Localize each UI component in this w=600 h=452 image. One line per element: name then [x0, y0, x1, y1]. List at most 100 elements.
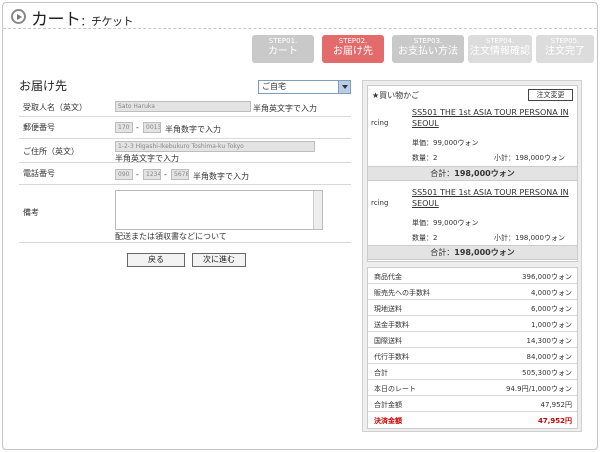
cart-item: rcing SS501 THE 1st ASIA TOUR PERSONA IN… [368, 104, 577, 166]
total-label: 合計： [430, 248, 455, 257]
dash-text: - [164, 170, 167, 179]
summary-key: 決済金額 [374, 417, 402, 425]
summary-table: 商品代金 396,000ウォン 販売先への手数料 4,000ウォン 現地送料 6,00… [367, 267, 578, 429]
summary-value: 396,000ウォン [522, 273, 572, 281]
phone-input-2[interactable]: 1234 [143, 169, 161, 180]
item-qty: 数量：2 [412, 154, 438, 162]
item-subtotal: 小計：198,000ウォン [494, 154, 565, 162]
next-button[interactable]: 次に進む [192, 253, 246, 267]
recipient-label: 受取人名（英文） [23, 103, 87, 112]
summary-row-payment: 決済金額 47,952円 [368, 412, 577, 428]
summary-key: 代行手数料 [374, 353, 409, 361]
total-value: 198,000ウォン [454, 248, 515, 257]
item-image: rcing [371, 199, 389, 207]
summary-key: 現地送料 [374, 305, 402, 313]
item-image: rcing [371, 119, 389, 127]
step-number: STEP01. [268, 37, 298, 45]
summary-value: 1,000ウォン [530, 321, 572, 329]
notes-label: 備考 [23, 208, 39, 217]
summary-value: 4,000ウォン [530, 289, 572, 297]
postal-hint: 半角数字で入力 [165, 125, 221, 134]
summary-value: 505,300ウォン [522, 369, 572, 377]
step-delivery: STEP02. お届け先 [322, 35, 384, 63]
address-label: ご住所（英文） [23, 147, 79, 156]
step-label: お届け先 [333, 45, 373, 57]
step-number: STEP05. [550, 37, 580, 45]
phone-row: 電話番号 090 - 1234 - 5678 半角数字で入力 [19, 163, 351, 185]
page-title: カート：チケット [31, 5, 133, 30]
summary-value: 84,000ウォン [526, 353, 573, 361]
step-complete: STEP05. 注文完了 [536, 35, 594, 63]
cart-box: ★買い物かご 注文変更 rcing SS501 THE 1st ASIA TOU… [367, 85, 578, 262]
notes-hint: 配送または領収書などについて [115, 232, 227, 241]
item-price: 単価：99,000ウォン [412, 219, 479, 227]
address-select-value: ご自宅 [262, 82, 286, 91]
back-button[interactable]: 戻る [127, 253, 185, 267]
postal-input-1[interactable]: 170 [115, 122, 133, 133]
summary-row: 本日のレート 94.9円/1,000ウォン [368, 380, 577, 396]
step-label: 注文完了 [545, 45, 585, 57]
recipient-input[interactable]: Sato Haruka [115, 101, 251, 112]
summary-key: 送金手数料 [374, 321, 409, 329]
dash-text: - [136, 123, 139, 132]
item-subtotal: 小計：198,000ウォン [494, 234, 565, 242]
step-label: お支払い方法 [398, 45, 458, 57]
recipient-row: 受取人名（英文） Sato Haruka 半角英文字で入力 [19, 97, 351, 117]
address-select[interactable]: ご自宅 [258, 80, 351, 94]
item-price: 単価：99,000ウォン [412, 139, 479, 147]
dash-text: - [136, 170, 139, 179]
summary-row: 国際送料 14,300ウォン [368, 332, 577, 348]
address-input[interactable]: 1-2-3 Higashi-Ikebukuro Toshima-ku Tokyo [115, 141, 315, 152]
item-name-link[interactable]: SS501 THE 1st ASIA TOUR PERSONA IN SEOUL [412, 187, 572, 209]
step-number: STEP04. [485, 37, 515, 45]
postal-input-2[interactable]: 0013 [143, 122, 161, 133]
summary-value: 14,300ウォン [526, 337, 573, 345]
notes-row: 備考 配送または領収書などについて [19, 185, 351, 243]
summary-row: 代行手数料 84,000ウォン [368, 348, 577, 364]
arrow-circle-icon [11, 9, 26, 24]
item-name-link[interactable]: SS501 THE 1st ASIA TOUR PERSONA IN SEOUL [412, 107, 572, 129]
summary-value: 94.9円/1,000ウォン [506, 385, 572, 393]
item-total: 合計：198,000ウォン [368, 166, 577, 181]
step-payment: STEP03. お支払い方法 [392, 35, 464, 63]
page-frame: カート：チケット STEP01. カート STEP02. お届け先 STEP03. お… [2, 2, 598, 450]
cart-item: rcing SS501 THE 1st ASIA TOUR PERSONA IN… [368, 184, 577, 246]
scrollbar[interactable] [313, 191, 322, 229]
phone-input-1[interactable]: 090 [115, 169, 133, 180]
phone-input-3[interactable]: 5678 [171, 169, 189, 180]
summary-row: 送金手数料 1,000ウォン [368, 316, 577, 332]
phone-hint: 半角数字で入力 [193, 172, 249, 181]
item-qty: 数量：2 [412, 234, 438, 242]
summary-value: 6,000ウォン [530, 305, 572, 313]
cart-title: 買い物かご [379, 91, 420, 100]
step-confirm: STEP04. 注文情報確認 [468, 35, 532, 63]
change-order-button[interactable]: 注文変更 [528, 89, 573, 101]
address-row: ご住所（英文） 1-2-3 Higashi-Ikebukuro Toshima-… [19, 139, 351, 163]
total-label: 合計： [430, 169, 455, 178]
total-value: 198,000ウォン [454, 169, 515, 178]
summary-key: 本日のレート [374, 385, 416, 393]
step-number: STEP03. [413, 37, 443, 45]
step-label: カート [268, 45, 298, 57]
summary-row: 販売先への手数料 4,000ウォン [368, 284, 577, 300]
summary-key: 合計 [374, 369, 388, 377]
chevron-down-icon[interactable] [338, 81, 350, 93]
item-total: 合計：198,000ウォン [368, 245, 577, 260]
summary-key: 合計金額 [374, 401, 402, 409]
form-title: お届け先 [19, 79, 68, 93]
notes-textarea[interactable] [115, 190, 323, 230]
summary-row: 商品代金 396,000ウォン [368, 268, 577, 284]
step-label: 注文情報確認 [470, 45, 530, 57]
summary-key: 国際送料 [374, 337, 402, 345]
postal-row: 郵便番号 170 - 0013 半角数字で入力 [19, 117, 351, 139]
summary-key: 販売先への手数料 [374, 289, 430, 297]
summary-value: 47,952円 [537, 417, 572, 425]
summary-row: 現地送料 6,000ウォン [368, 300, 577, 316]
step-cart: STEP01. カート [252, 35, 314, 63]
postal-label: 郵便番号 [23, 123, 55, 132]
cart-header: ★買い物かご [372, 91, 420, 100]
summary-key: 商品代金 [374, 273, 402, 281]
title-text: カート [31, 10, 81, 30]
step-number: STEP02. [338, 37, 368, 45]
summary-row: 合計金額 47,952円 [368, 396, 577, 412]
